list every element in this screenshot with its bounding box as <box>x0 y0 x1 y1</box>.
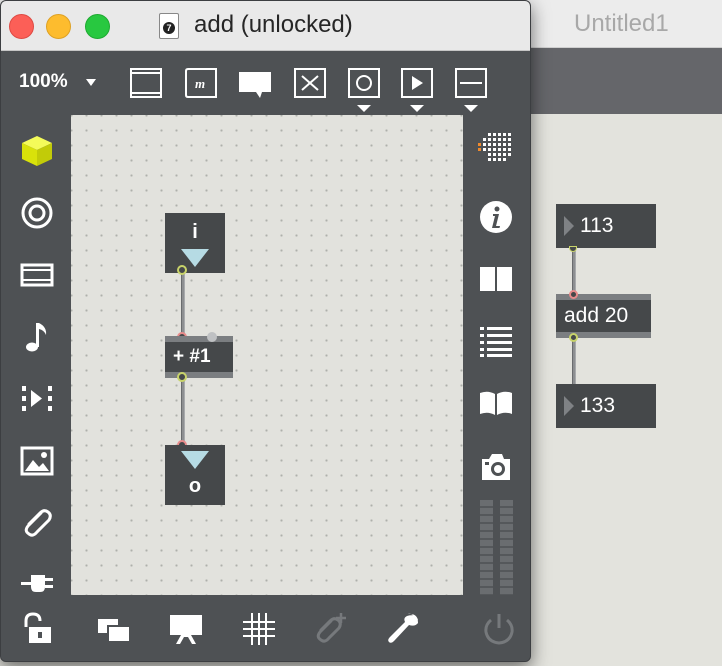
number-value: 113 <box>580 214 614 237</box>
chevron-down-icon[interactable] <box>464 105 478 112</box>
number-triangle-icon <box>564 216 574 236</box>
target-icon[interactable] <box>19 195 55 231</box>
chevron-down-icon[interactable] <box>357 105 371 112</box>
presentation-icon[interactable] <box>168 611 204 647</box>
right-sidebar <box>463 115 530 595</box>
patcher-window: 7 add (unlocked) 100% m i + #1 o <box>0 0 531 662</box>
message-box-icon[interactable]: m <box>184 66 218 100</box>
patch-cord[interactable] <box>572 338 576 386</box>
inlet[interactable] <box>569 290 578 299</box>
left-sidebar <box>1 115 71 595</box>
flow-down-arrow-icon <box>181 451 209 469</box>
inlet-object[interactable]: i <box>165 213 225 273</box>
window-titlebar[interactable]: 7 add (unlocked) <box>1 1 530 51</box>
outlet-label: o <box>188 475 202 497</box>
object-outlet-bar <box>165 372 233 378</box>
background-window-title: Untitled1 <box>574 10 669 37</box>
comment-icon[interactable] <box>238 66 272 100</box>
zoom-window-button[interactable] <box>85 14 110 39</box>
chevron-down-icon[interactable] <box>410 105 424 112</box>
inlet[interactable] <box>207 332 217 342</box>
svg-text:m: m <box>195 76 205 91</box>
object-inlet-bar <box>165 336 233 342</box>
book-open-icon[interactable] <box>478 261 514 297</box>
lock-icon[interactable] <box>19 611 55 647</box>
power-icon[interactable] <box>481 611 517 647</box>
toggle-box-icon[interactable] <box>293 66 327 100</box>
number-triangle-icon <box>564 396 574 416</box>
inlet-label: i <box>192 221 198 243</box>
plus-object-box[interactable]: + #1 <box>165 336 233 378</box>
patcher-canvas[interactable] <box>71 115 463 595</box>
attach-plus-icon <box>316 613 346 643</box>
presentation-frame-icon[interactable] <box>129 66 163 100</box>
chevron-down-icon[interactable] <box>86 79 96 86</box>
patch-cord[interactable] <box>181 271 185 337</box>
close-window-button[interactable] <box>9 14 34 39</box>
rack-icon[interactable] <box>19 257 55 293</box>
plus-object-label: + #1 <box>173 346 211 367</box>
level-meter <box>480 500 493 595</box>
bottom-toolbar <box>1 595 530 661</box>
add-object-box[interactable]: add 20 <box>556 294 651 338</box>
music-note-icon[interactable] <box>19 319 55 355</box>
reference-book-icon[interactable] <box>478 385 514 421</box>
paperclip-icon[interactable] <box>19 505 55 541</box>
playback-icon[interactable] <box>19 381 55 417</box>
outlet-object[interactable]: o <box>165 445 225 505</box>
grid-icon[interactable] <box>241 611 277 647</box>
document-icon: 7 <box>159 13 179 39</box>
window-title: add (unlocked) <box>194 11 353 38</box>
zoom-level[interactable]: 100% <box>19 71 68 93</box>
button-object-icon[interactable] <box>347 66 381 100</box>
outlet[interactable] <box>569 333 578 342</box>
number-box-bottom[interactable]: 133 <box>556 384 656 428</box>
level-meter <box>500 500 513 595</box>
windows-icon[interactable] <box>96 611 132 647</box>
patch-cord[interactable] <box>572 248 576 296</box>
outlet[interactable] <box>177 265 187 275</box>
wrench-icon[interactable] <box>385 611 421 647</box>
add-object-label: add 20 <box>564 304 629 327</box>
image-icon[interactable] <box>19 443 55 479</box>
minimize-window-button[interactable] <box>46 14 71 39</box>
number-box-top[interactable]: 113 <box>556 204 656 248</box>
slider-object-icon[interactable] <box>454 66 488 100</box>
grid-palette-icon[interactable] <box>478 131 514 167</box>
camera-icon[interactable] <box>478 449 514 485</box>
patch-cord[interactable] <box>181 377 185 445</box>
info-icon[interactable] <box>478 199 514 235</box>
flow-down-arrow-icon <box>181 249 209 267</box>
outlet[interactable] <box>177 372 187 382</box>
number-value: 133 <box>580 394 616 417</box>
top-toolbar: 100% m <box>1 51 530 115</box>
play-object-icon[interactable] <box>400 66 434 100</box>
list-icon[interactable] <box>478 323 514 359</box>
object-cube-icon[interactable] <box>19 133 55 169</box>
